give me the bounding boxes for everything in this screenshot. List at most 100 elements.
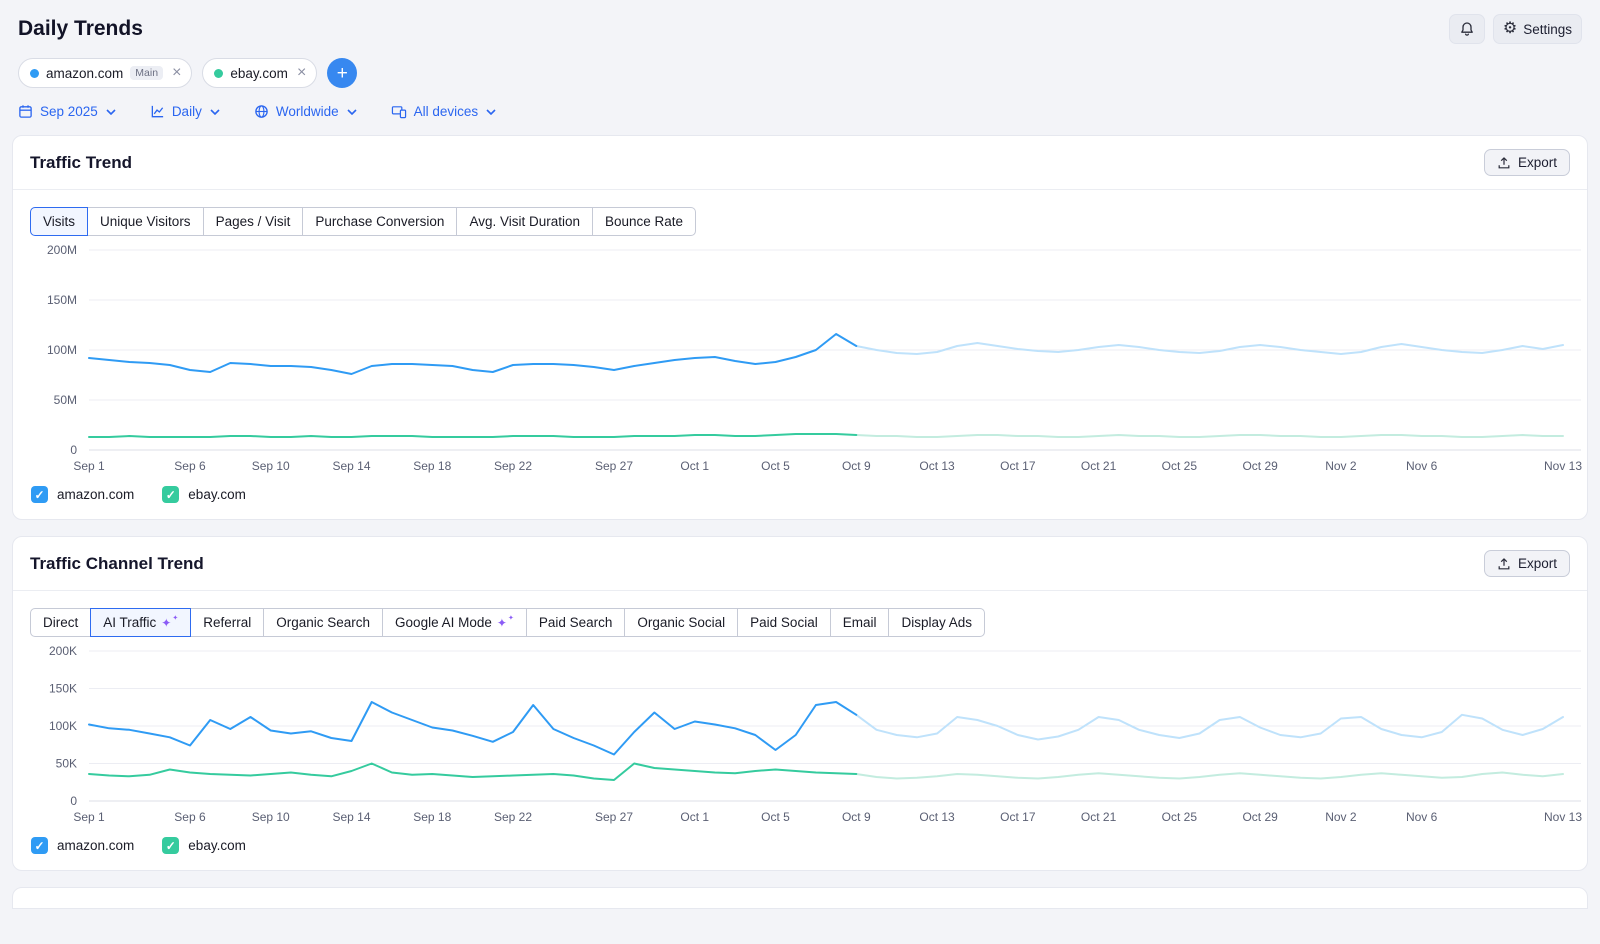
x-tick-label: Nov 6	[1406, 459, 1438, 473]
x-tick-label: Oct 17	[1000, 810, 1036, 824]
next-card-partial	[12, 887, 1588, 909]
tab-avg-visit-duration[interactable]: Avg. Visit Duration	[456, 207, 593, 236]
tab-ai-traffic[interactable]: AI Traffic	[90, 608, 191, 637]
filter-devices[interactable]: All devices	[391, 104, 497, 119]
chip-label: ebay.com	[230, 66, 288, 81]
x-tick-label: Nov 6	[1406, 810, 1438, 824]
filter-date-range[interactable]: Sep 2025	[18, 104, 116, 119]
tab-google-ai-mode[interactable]: Google AI Mode	[382, 608, 527, 637]
x-tick-label: Oct 21	[1081, 459, 1117, 473]
x-tick-label: Oct 9	[842, 810, 871, 824]
x-tick-label: Sep 6	[174, 459, 206, 473]
x-tick-label: Sep 18	[413, 459, 451, 473]
traffic-trend-header: Traffic Trend Export	[13, 136, 1587, 190]
legend-amazon[interactable]: ✓ amazon.com	[31, 486, 134, 503]
filter-label: Sep 2025	[40, 104, 98, 119]
notifications-button[interactable]	[1449, 14, 1485, 44]
series-forecast-ebay.com	[856, 773, 1563, 779]
x-tick-label: Sep 6	[174, 810, 206, 824]
export-button[interactable]: Export	[1484, 149, 1570, 176]
topbar: Daily Trends ⚙ Settings	[12, 10, 1588, 58]
x-tick-label: Oct 13	[919, 810, 955, 824]
chevron-down-icon	[347, 109, 357, 115]
x-tick-label: Sep 14	[332, 459, 370, 473]
plus-icon: +	[337, 64, 348, 83]
remove-amazon-button[interactable]: ×	[170, 65, 181, 81]
card-title: Traffic Channel Trend	[30, 554, 204, 574]
x-tick-label: Oct 25	[1162, 459, 1198, 473]
settings-label: Settings	[1523, 22, 1572, 37]
x-tick-label: Sep 1	[73, 459, 105, 473]
tab-referral[interactable]: Referral	[190, 608, 264, 637]
filter-label: Daily	[172, 104, 202, 119]
export-icon	[1497, 156, 1511, 170]
tab-direct[interactable]: Direct	[30, 608, 91, 637]
tab-paid-social[interactable]: Paid Social	[737, 608, 831, 637]
domain-chips: amazon.com Main × ebay.com × +	[12, 58, 1588, 104]
legend-amazon[interactable]: ✓ amazon.com	[31, 837, 134, 854]
x-tick-label: Oct 9	[842, 459, 871, 473]
chevron-down-icon	[106, 109, 116, 115]
x-tick-label: Oct 29	[1242, 810, 1278, 824]
x-tick-label: Oct 25	[1162, 810, 1198, 824]
y-tick-label: 0	[70, 794, 77, 808]
x-tick-label: Nov 2	[1325, 810, 1357, 824]
y-tick-label: 50M	[54, 393, 77, 407]
checkbox-checked-icon: ✓	[162, 837, 179, 854]
series-amazon.com	[89, 334, 856, 374]
calendar-icon	[18, 104, 33, 119]
metric-tabs: Visits Unique Visitors Pages / Visit Pur…	[30, 207, 696, 236]
traffic-channel-legend: ✓ amazon.com ✓ ebay.com	[13, 829, 1587, 870]
tab-display-ads[interactable]: Display Ads	[888, 608, 985, 637]
legend-ebay[interactable]: ✓ ebay.com	[162, 486, 246, 503]
x-tick-label: Nov 13	[1544, 459, 1582, 473]
y-tick-label: 200M	[47, 243, 77, 257]
filter-granularity[interactable]: Daily	[150, 104, 220, 119]
bell-icon	[1459, 21, 1475, 37]
legend-label: ebay.com	[188, 838, 246, 853]
traffic-channel-trend-card: Traffic Channel Trend Export Direct AI T…	[12, 536, 1588, 871]
tab-organic-social[interactable]: Organic Social	[624, 608, 738, 637]
tab-unique-visitors[interactable]: Unique Visitors	[87, 207, 204, 236]
x-tick-label: Sep 1	[73, 810, 105, 824]
x-tick-label: Sep 22	[494, 459, 532, 473]
ai-sparkle-icon	[497, 617, 514, 629]
y-tick-label: 50K	[56, 757, 77, 771]
ebay-dot-icon	[214, 69, 223, 78]
tab-paid-search[interactable]: Paid Search	[526, 608, 626, 637]
tab-bounce-rate[interactable]: Bounce Rate	[592, 207, 696, 236]
card-title: Traffic Trend	[30, 153, 132, 173]
channel-tabs: Direct AI Traffic Referral Organic Searc…	[30, 608, 985, 637]
export-button[interactable]: Export	[1484, 550, 1570, 577]
y-tick-label: 150M	[47, 293, 77, 307]
x-tick-label: Oct 29	[1242, 459, 1278, 473]
tab-email[interactable]: Email	[830, 608, 890, 637]
tab-visits[interactable]: Visits	[30, 207, 88, 236]
domain-chip-amazon[interactable]: amazon.com Main ×	[18, 58, 192, 88]
y-tick-label: 0	[70, 443, 77, 457]
legend-label: amazon.com	[57, 838, 134, 853]
tab-pages-per-visit[interactable]: Pages / Visit	[203, 207, 304, 236]
tab-purchase-conversion[interactable]: Purchase Conversion	[302, 207, 457, 236]
remove-ebay-button[interactable]: ×	[295, 65, 306, 81]
x-tick-label: Oct 17	[1000, 459, 1036, 473]
y-tick-label: 150K	[49, 682, 77, 696]
tab-organic-search[interactable]: Organic Search	[263, 608, 383, 637]
x-tick-label: Nov 13	[1544, 810, 1582, 824]
settings-button[interactable]: ⚙ Settings	[1493, 14, 1582, 44]
traffic-trend-chart: 200M150M100M50M0Sep 1Sep 6Sep 10Sep 14Se…	[13, 240, 1587, 478]
filter-location[interactable]: Worldwide	[254, 104, 357, 119]
filter-label: All devices	[414, 104, 479, 119]
amazon-dot-icon	[30, 69, 39, 78]
domain-chip-ebay[interactable]: ebay.com ×	[202, 58, 317, 88]
filter-label: Worldwide	[276, 104, 339, 119]
checkbox-checked-icon: ✓	[31, 837, 48, 854]
main-badge: Main	[130, 66, 163, 81]
x-tick-label: Sep 10	[252, 459, 290, 473]
y-tick-label: 200K	[49, 644, 77, 658]
chip-label: amazon.com	[46, 66, 123, 81]
add-domain-button[interactable]: +	[327, 58, 357, 88]
legend-ebay[interactable]: ✓ ebay.com	[162, 837, 246, 854]
chevron-down-icon	[486, 109, 496, 115]
x-tick-label: Oct 21	[1081, 810, 1117, 824]
